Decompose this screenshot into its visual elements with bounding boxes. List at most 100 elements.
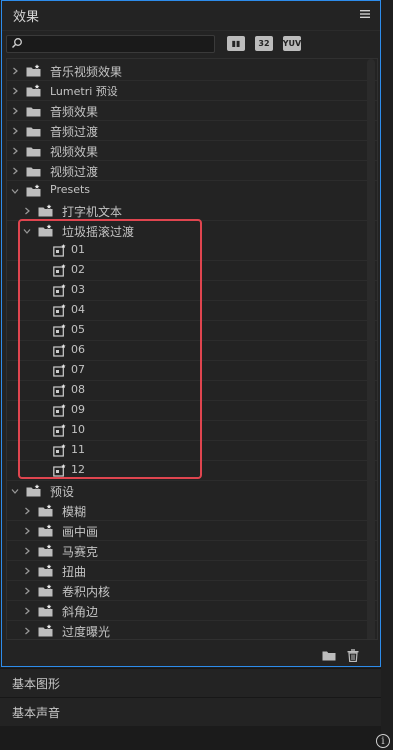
tree-item-typewriter[interactable]: 打字机文本 (7, 201, 377, 221)
tree-item-label: 09 (71, 403, 85, 416)
preset-icon (53, 324, 68, 337)
search-toolbar: ▮▮ 32 YUV (2, 31, 380, 57)
preset-folder-icon (38, 544, 53, 557)
preset-icon (53, 244, 68, 257)
info-label: i (381, 735, 385, 747)
preset-item-05[interactable]: 05 (7, 321, 377, 341)
tree-item-yushe-2[interactable]: 马赛克 (7, 541, 377, 561)
yuv-effects-button[interactable]: YUV (283, 36, 301, 51)
panel-menu-icon[interactable] (360, 9, 372, 21)
preset-folder-icon (38, 224, 53, 237)
preset-folder-icon (38, 584, 53, 597)
info-icon[interactable]: i (376, 734, 390, 748)
tree-item-label: 10 (71, 423, 85, 436)
tree-item-yushe-0[interactable]: 模糊 (7, 501, 377, 521)
tree-item-label: 斜角边 (62, 605, 99, 619)
tree-item-label: 预设 (50, 485, 75, 499)
chevron-down-icon[interactable] (22, 226, 32, 236)
delete-icon[interactable] (347, 649, 359, 665)
chevron-down-icon[interactable] (10, 486, 20, 496)
tree-item-4[interactable]: 视频效果 (7, 141, 377, 161)
accelerated-effects-label: ▮▮ (231, 39, 241, 48)
preset-item-01[interactable]: 01 (7, 241, 377, 261)
basic-graphics-panel-tab[interactable]: 基本图形 (0, 668, 381, 697)
tree-item-yushe-1[interactable]: 画中画 (7, 521, 377, 541)
chevron-right-icon[interactable] (22, 606, 32, 616)
tree-item-label: 02 (71, 263, 85, 276)
preset-item-11[interactable]: 11 (7, 441, 377, 461)
preset-icon (53, 424, 68, 437)
chevron-right-icon[interactable] (22, 206, 32, 216)
preset-folder-icon (26, 184, 41, 197)
preset-item-04[interactable]: 04 (7, 301, 377, 321)
chevron-right-icon[interactable] (10, 126, 20, 136)
basic-sound-panel-tab[interactable]: 基本声音 (0, 697, 381, 726)
chevron-right-icon[interactable] (22, 506, 32, 516)
tree-item-5[interactable]: 视频过渡 (7, 161, 377, 181)
chevron-right-icon[interactable] (22, 566, 32, 576)
tree-item-label: 11 (71, 443, 85, 456)
tree-item-yushe-3[interactable]: 扭曲 (7, 561, 377, 581)
chevron-down-icon[interactable] (10, 186, 20, 196)
preset-item-10[interactable]: 10 (7, 421, 377, 441)
tree-item-yushe-4[interactable]: 卷积内核 (7, 581, 377, 601)
preset-icon (53, 304, 68, 317)
32bit-label: 32 (258, 39, 270, 48)
chevron-right-icon[interactable] (22, 546, 32, 556)
preset-folder-icon (38, 524, 53, 537)
panel-title: 效果 (13, 10, 40, 25)
tree-item-label: 音乐视频效果 (50, 65, 123, 79)
tree-item-label: 过度曝光 (62, 625, 111, 639)
tree-item-label: Lumetri 预设 (50, 85, 118, 98)
preset-icon (53, 384, 68, 397)
preset-folder-icon (38, 204, 53, 217)
scrollbar[interactable] (367, 59, 375, 639)
tree-item-label: 音频效果 (50, 105, 99, 119)
tree-item-presets[interactable]: Presets (7, 181, 377, 201)
preset-icon (53, 404, 68, 417)
chevron-right-icon[interactable] (10, 86, 20, 96)
tree-item-label: Presets (50, 183, 91, 196)
tree-item-0[interactable]: 音乐视频效果 (7, 61, 377, 81)
preset-item-06[interactable]: 06 (7, 341, 377, 361)
tree-item-yushe[interactable]: 预设 (7, 481, 377, 501)
32bit-color-button[interactable]: 32 (255, 36, 273, 51)
tree-item-glitch[interactable]: 垃圾摇滚过渡 (7, 221, 377, 241)
preset-icon (53, 344, 68, 357)
tree-item-3[interactable]: 音频过渡 (7, 121, 377, 141)
preset-folder-icon (26, 84, 41, 97)
preset-icon (53, 284, 68, 297)
preset-item-12[interactable]: 12 (7, 461, 377, 481)
folder-icon (26, 126, 41, 137)
tree-item-1[interactable]: Lumetri 预设 (7, 81, 377, 101)
basic-graphics-label: 基本图形 (12, 676, 61, 691)
preset-item-08[interactable]: 08 (7, 381, 377, 401)
preset-icon (53, 364, 68, 377)
preset-item-02[interactable]: 02 (7, 261, 377, 281)
bottom-bar (0, 726, 381, 750)
tree-item-yushe-5[interactable]: 斜角边 (7, 601, 377, 621)
chevron-right-icon[interactable] (10, 66, 20, 76)
tree-item-label: 马赛克 (62, 545, 99, 559)
tree-item-label: 06 (71, 343, 85, 356)
tree-item-label: 卷积内核 (62, 585, 111, 599)
preset-item-07[interactable]: 07 (7, 361, 377, 381)
chevron-right-icon[interactable] (22, 626, 32, 636)
accelerated-effects-button[interactable]: ▮▮ (227, 36, 245, 51)
chevron-right-icon[interactable] (22, 526, 32, 536)
chevron-right-icon[interactable] (10, 146, 20, 156)
folder-icon (26, 166, 41, 177)
search-input[interactable] (6, 35, 215, 53)
preset-item-09[interactable]: 09 (7, 401, 377, 421)
tree-item-yushe-6[interactable]: 过度曝光 (7, 621, 377, 639)
tree-item-2[interactable]: 音频效果 (7, 101, 377, 121)
tree-item-label: 打字机文本 (62, 205, 123, 219)
preset-item-03[interactable]: 03 (7, 281, 377, 301)
chevron-right-icon[interactable] (10, 106, 20, 116)
tree-item-label: 扭曲 (62, 565, 87, 579)
search-icon (11, 37, 23, 52)
new-bin-icon[interactable] (322, 649, 336, 664)
chevron-right-icon[interactable] (22, 586, 32, 596)
chevron-right-icon[interactable] (10, 166, 20, 176)
effects-tree: 音乐视频效果 Lumetri 预设 音频效果音频过渡 视频效果 视频过渡 Presets 打… (6, 58, 378, 640)
